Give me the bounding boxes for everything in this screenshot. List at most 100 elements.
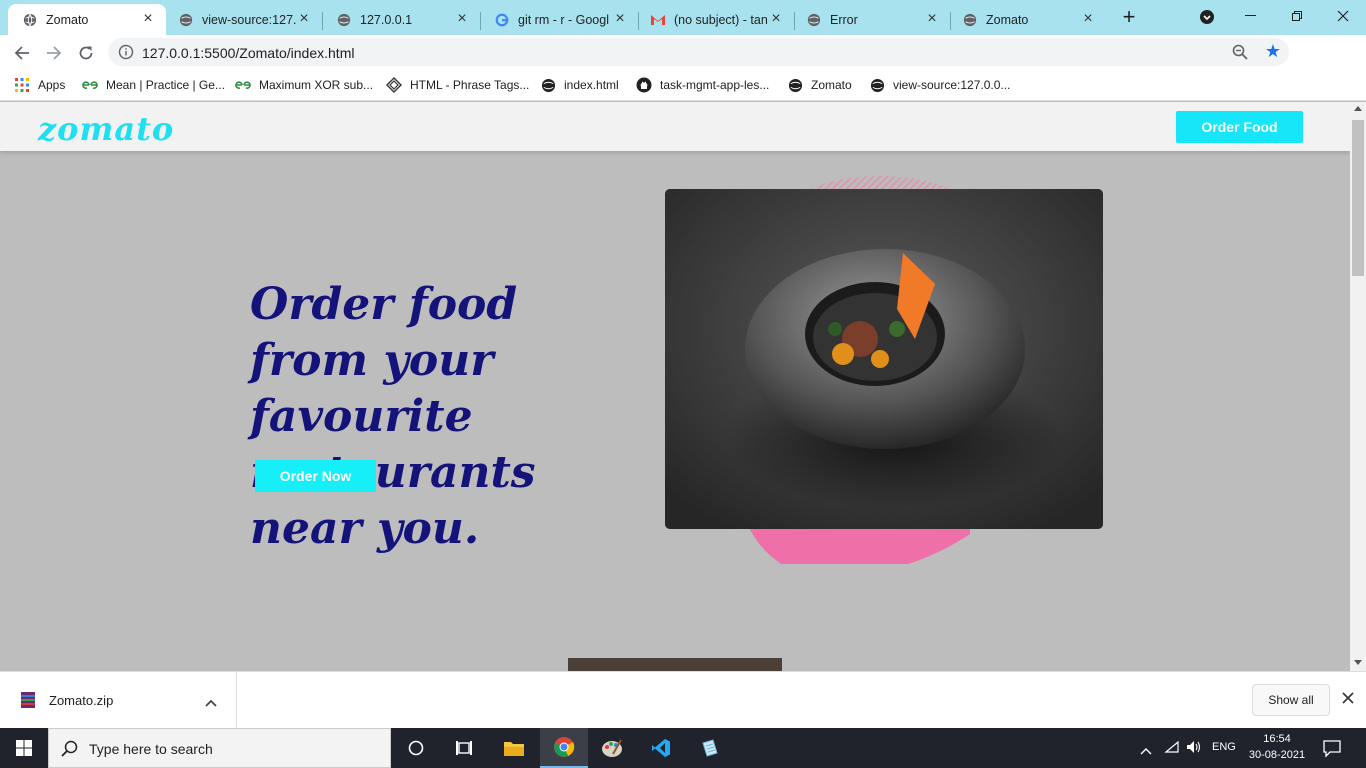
- bookmark-apps[interactable]: Apps: [14, 76, 65, 94]
- bookmark-label: Apps: [38, 78, 66, 92]
- bookmark-label: Mean | Practice | Ge...: [106, 78, 225, 92]
- notification-center-icon[interactable]: [1322, 738, 1342, 758]
- globe-icon: [806, 12, 822, 28]
- taskbar-search-placeholder: Type here to search: [89, 741, 213, 757]
- tab-search-icon[interactable]: [1198, 8, 1216, 26]
- tab-title: Zomato: [986, 12, 1029, 27]
- globe-icon: [336, 12, 352, 28]
- food-dish-image: [665, 189, 1103, 529]
- browser-tab[interactable]: (no subject) - tan ×: [636, 4, 794, 35]
- minimize-icon[interactable]: [1228, 0, 1274, 32]
- scroll-up-icon[interactable]: [1354, 106, 1362, 111]
- close-tab-icon[interactable]: ×: [924, 10, 940, 28]
- cortana-icon[interactable]: [392, 728, 440, 768]
- chrome-icon[interactable]: [540, 728, 588, 768]
- google-icon: [494, 12, 510, 28]
- bookmark-item[interactable]: Maximum XOR sub...: [235, 76, 373, 94]
- tab-title: Zomato: [46, 12, 89, 27]
- close-tab-icon[interactable]: ×: [454, 10, 470, 28]
- download-bar: Zomato.zip Show all: [0, 671, 1366, 728]
- zomato-logo[interactable]: zomato: [38, 110, 174, 148]
- restore-icon[interactable]: [1274, 0, 1320, 32]
- url-text[interactable]: 127.0.0.1:5500/Zomato/index.html: [142, 45, 354, 61]
- browser-tab[interactable]: git rm - r - Googl ×: [480, 4, 638, 35]
- volume-icon[interactable]: [1186, 740, 1202, 756]
- scroll-down-icon[interactable]: [1354, 660, 1362, 665]
- notepad-icon[interactable]: [686, 728, 734, 768]
- address-bar[interactable]: 127.0.0.1:5500/Zomato/index.html ★: [108, 38, 1289, 66]
- file-explorer-icon[interactable]: [490, 728, 538, 768]
- page-viewport: zomato Order Food Order food from your f…: [0, 102, 1350, 671]
- close-tab-icon[interactable]: ×: [768, 10, 784, 28]
- chevron-up-icon[interactable]: [1140, 742, 1152, 755]
- windows-start-icon[interactable]: [0, 728, 48, 768]
- close-tab-icon[interactable]: ×: [296, 10, 312, 28]
- apps-grid-icon: [14, 77, 30, 93]
- paint-icon[interactable]: [588, 728, 636, 768]
- geeksforgeeks-icon: [235, 77, 251, 93]
- taskbar-search-box[interactable]: Type here to search: [48, 728, 391, 768]
- wifi-icon[interactable]: [1164, 740, 1180, 756]
- chevron-up-icon[interactable]: [205, 694, 219, 707]
- order-food-button[interactable]: Order Food: [1176, 111, 1303, 143]
- gmail-icon: [650, 12, 666, 28]
- download-item[interactable]: Zomato.zip: [0, 672, 237, 728]
- bookmark-label: index.html: [564, 78, 619, 92]
- bookmark-item[interactable]: HTML - Phrase Tags...: [386, 76, 529, 94]
- bookmark-item[interactable]: Mean | Practice | Ge...: [82, 76, 225, 94]
- task-view-icon[interactable]: [440, 728, 488, 768]
- download-file-name: Zomato.zip: [49, 693, 114, 708]
- bookmarks-bar: Apps Mean | Practice | Ge... Maximum XOR…: [0, 69, 1366, 101]
- globe-icon: [540, 77, 556, 93]
- browser-tab[interactable]: Zomato ×: [8, 4, 166, 35]
- hero-heading: Order food from your favourite restauran…: [250, 279, 536, 554]
- close-download-bar-icon[interactable]: [1338, 688, 1358, 709]
- browser-tab[interactable]: view-source:127.0. ×: [164, 4, 322, 35]
- site-navbar: zomato Order Food: [0, 102, 1350, 151]
- windows-taskbar: Type here to search ENG 16:54 30-08-2021: [0, 728, 1366, 768]
- tab-title: 127.0.0.1: [360, 12, 413, 27]
- clock-time: 16:54: [1263, 733, 1291, 745]
- bookmark-star-icon[interactable]: ★: [1265, 41, 1281, 62]
- show-all-button[interactable]: Show all: [1252, 684, 1330, 716]
- diamond-icon: [386, 77, 402, 93]
- tab-title: Error: [830, 12, 858, 27]
- browser-tab[interactable]: Zomato ×: [948, 4, 1106, 35]
- back-arrow-icon[interactable]: [8, 39, 36, 67]
- scrollbar-thumb[interactable]: [1352, 120, 1364, 276]
- globe-icon: [787, 77, 803, 93]
- browser-tab[interactable]: Error ×: [792, 4, 950, 35]
- order-now-button[interactable]: Order Now: [255, 460, 376, 492]
- forward-arrow-icon[interactable]: [40, 39, 68, 67]
- zoom-icon[interactable]: [1231, 43, 1249, 61]
- clock-date: 30-08-2021: [1248, 749, 1306, 761]
- vscode-icon[interactable]: [637, 728, 685, 768]
- page-scrollbar[interactable]: [1350, 102, 1366, 671]
- globe-icon: [22, 12, 38, 28]
- globe-icon: [962, 12, 978, 28]
- close-tab-icon[interactable]: ×: [612, 10, 628, 28]
- reload-icon[interactable]: [72, 39, 100, 67]
- bookmark-label: Zomato: [811, 78, 852, 92]
- system-clock[interactable]: 16:54 30-08-2021: [1246, 731, 1308, 763]
- tab-title: (no subject) - tan: [674, 12, 768, 27]
- geeksforgeeks-icon: [82, 77, 98, 93]
- browser-toolbar: 127.0.0.1:5500/Zomato/index.html ★ T: [0, 35, 1366, 98]
- info-icon[interactable]: [118, 44, 134, 60]
- new-tab-button[interactable]: +: [1118, 6, 1140, 28]
- close-window-icon[interactable]: [1320, 0, 1366, 32]
- bookmark-item[interactable]: index.html: [540, 76, 619, 94]
- bookmark-item[interactable]: task-mgmt-app-les...: [636, 76, 769, 94]
- close-tab-icon[interactable]: ×: [1080, 10, 1096, 28]
- search-icon: [61, 740, 78, 762]
- next-section-image: [568, 658, 782, 671]
- tab-title: view-source:127.0.: [202, 12, 296, 27]
- bookmark-label: Maximum XOR sub...: [259, 78, 374, 92]
- globe-icon: [178, 12, 194, 28]
- bookmark-item[interactable]: view-source:127.0.0...: [869, 76, 1010, 94]
- bookmark-item[interactable]: Zomato: [787, 76, 852, 94]
- close-tab-icon[interactable]: ×: [140, 10, 156, 28]
- bookmark-label: view-source:127.0.0...: [893, 78, 1011, 92]
- browser-tab[interactable]: 127.0.0.1 ×: [322, 4, 480, 35]
- language-indicator[interactable]: ENG: [1212, 741, 1236, 753]
